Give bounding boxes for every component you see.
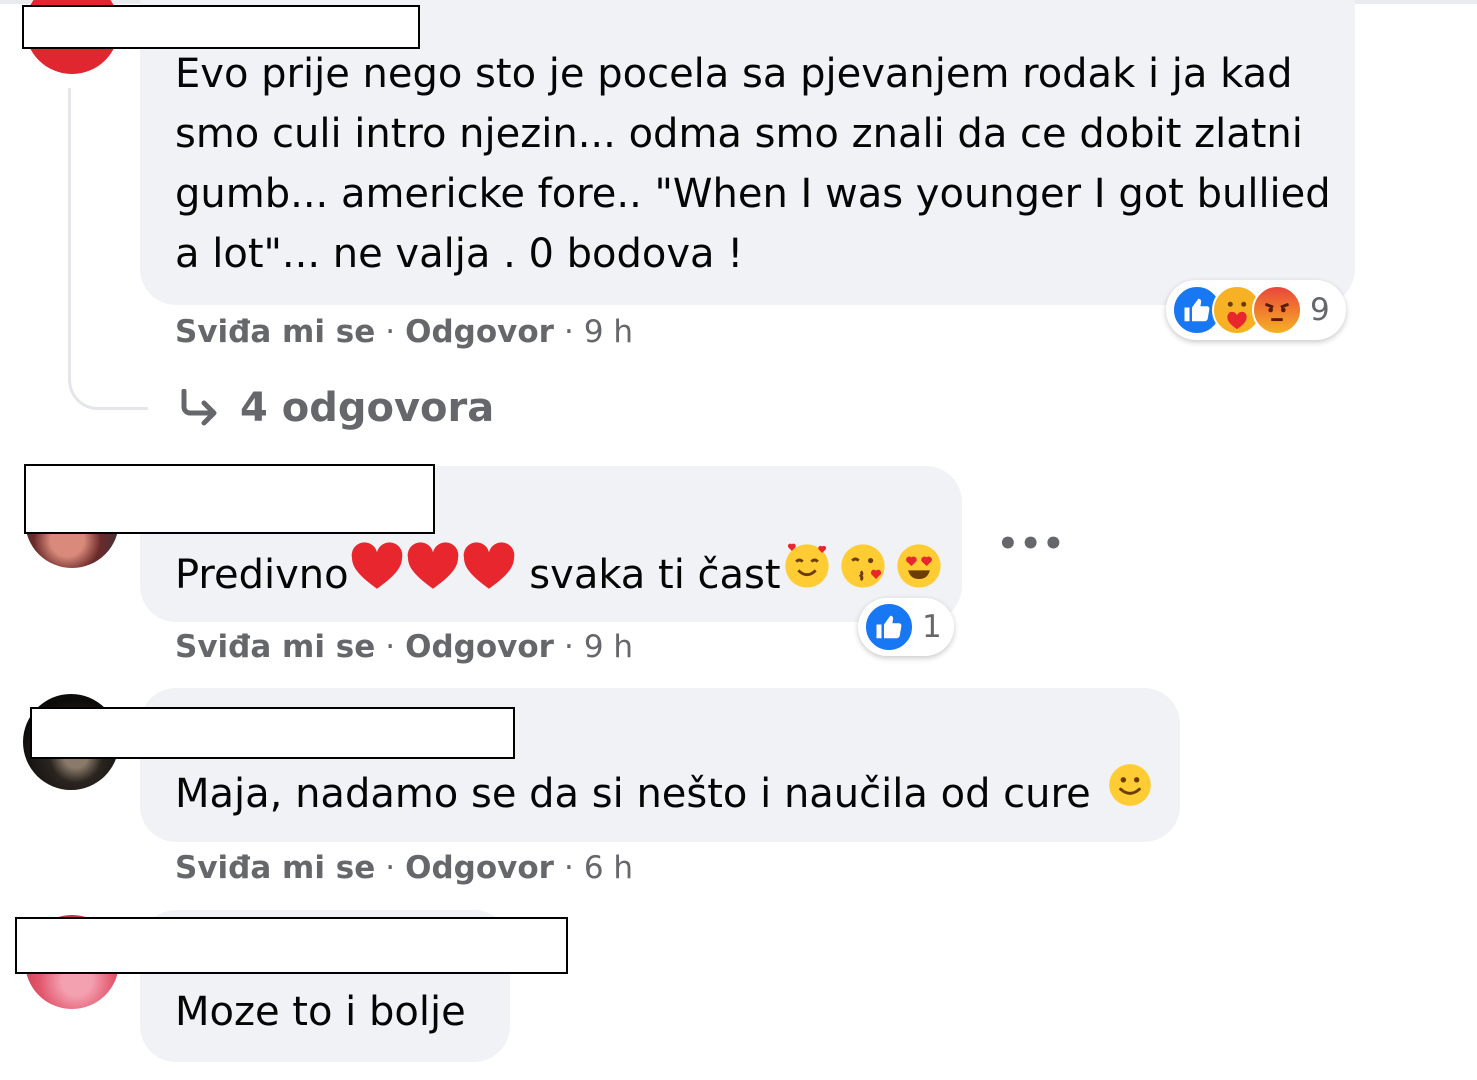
comment-text-content: Maja, nadamo se da si nešto i naučila od…: [175, 770, 1091, 817]
slightly-smiling-face-icon: [1105, 760, 1155, 827]
separator: ·: [385, 314, 396, 350]
reactions-summary[interactable]: 9: [1166, 280, 1346, 340]
reaction-count: 1: [922, 609, 942, 645]
heart-icon: [349, 541, 405, 608]
timestamp[interactable]: 6 h: [584, 850, 633, 886]
reply-button[interactable]: Odgovor: [405, 314, 554, 350]
comment-actions: Sviđa mi se · Odgovor · 6 h: [175, 850, 633, 886]
comment-text-end: svaka ti čast: [516, 551, 781, 598]
comment-text-line: Evo prije nego sto je pocela sa pjevanje…: [175, 51, 1293, 97]
angry-icon: [1252, 285, 1302, 335]
reply-arrow-icon: [178, 389, 220, 427]
thread-line: [68, 88, 71, 378]
separator: ·: [563, 629, 574, 665]
view-replies-link[interactable]: 4 odgovora: [178, 380, 494, 436]
redacted-author-name: [15, 917, 568, 974]
reaction-count: 9: [1310, 292, 1330, 328]
separator: ·: [385, 850, 396, 886]
timestamp[interactable]: 9 h: [584, 629, 633, 665]
reply-button[interactable]: Odgovor: [405, 850, 554, 886]
heart-icon: [405, 541, 461, 608]
timestamp[interactable]: 9 h: [584, 314, 633, 350]
separator: ·: [563, 314, 574, 350]
like-button[interactable]: Sviđa mi se: [175, 314, 375, 350]
reply-button[interactable]: Odgovor: [405, 629, 554, 665]
replies-count-label: 4 odgovora: [240, 385, 495, 431]
thread-connector: [68, 360, 148, 410]
comment-actions: Sviđa mi se · Odgovor · 9 h: [175, 314, 633, 350]
comment-text-line: a lot"... ne valja . 0 bodova !: [175, 231, 744, 277]
comment-text: Maja, nadamo se da si nešto i naučila od…: [175, 760, 1155, 827]
comment-text: Moze to i bolje: [175, 989, 466, 1035]
redacted-author-name: [30, 707, 515, 759]
like-icon: [864, 602, 914, 652]
separator: ·: [563, 850, 574, 886]
separator: ·: [385, 629, 396, 665]
smiling-face-with-hearts-icon: [781, 540, 833, 609]
redacted-author-name: [24, 464, 435, 534]
comment-actions: Sviđa mi se · Odgovor · 9 h: [175, 629, 633, 665]
comment-text-start: Predivno: [175, 551, 349, 598]
comment-text: Predivno svaka ti čast: [175, 540, 945, 609]
more-options-button[interactable]: •••: [997, 524, 1065, 564]
comment-text-line: gumb... americke fore.. "When I was youn…: [175, 171, 1331, 217]
comment-text-line: smo culi intro njezin... odma smo znali …: [175, 111, 1303, 157]
redacted-author-name: [22, 5, 420, 49]
heart-icon: [461, 541, 517, 608]
comments-panel: Evo prije nego sto je pocela sa pjevanje…: [0, 0, 1477, 1080]
like-button[interactable]: Sviđa mi se: [175, 850, 375, 886]
like-button[interactable]: Sviđa mi se: [175, 629, 375, 665]
reactions-summary[interactable]: 1: [858, 598, 954, 656]
